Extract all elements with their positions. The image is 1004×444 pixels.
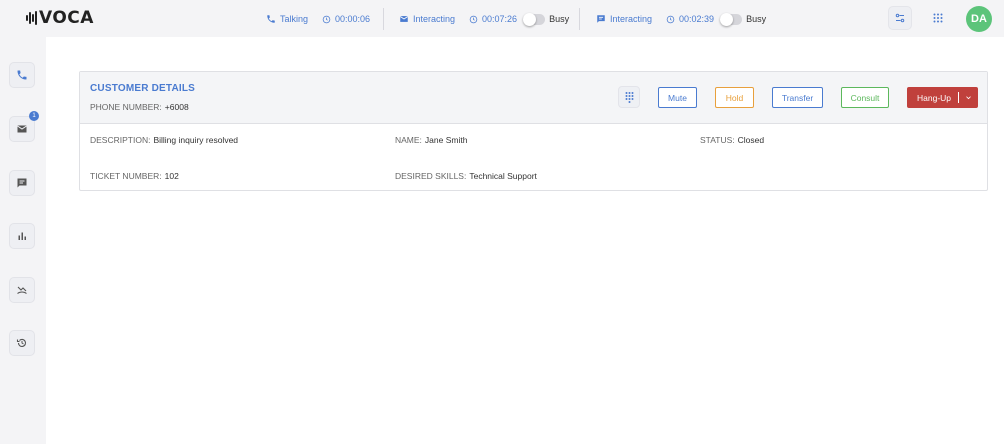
history-icon	[16, 338, 26, 347]
mail-icon	[400, 16, 408, 22]
sidebar: 1	[0, 37, 46, 444]
clock-icon	[322, 15, 331, 23]
status-field: STATUS: Closed	[700, 135, 764, 145]
chat-icon	[597, 15, 605, 23]
ticket-field: TICKET NUMBER: 102	[90, 171, 179, 181]
mail-icon	[17, 125, 27, 133]
session-status: Talking	[280, 14, 309, 24]
session-timer: 00:02:39	[679, 14, 715, 24]
description-label: DESCRIPTION:	[90, 135, 151, 145]
customer-details-card: CUSTOMER DETAILS PHONE NUMBER: +6008 Mute…	[79, 71, 988, 191]
page-title: CUSTOMER DETAILS	[90, 83, 196, 94]
logo-bars-icon	[26, 11, 37, 25]
customer-details-header: CUSTOMER DETAILS PHONE NUMBER: +6008 Mute…	[80, 72, 987, 124]
unread-badge: 1	[29, 111, 39, 121]
bar-chart-icon	[18, 232, 26, 240]
logo-text: VOCA	[39, 8, 94, 28]
settings-button[interactable]	[888, 6, 912, 30]
session-call[interactable]: Talking 00:00:06	[266, 11, 370, 27]
hangup-label: Hang-Up	[917, 92, 952, 103]
session-timer: 00:07:26	[482, 14, 518, 24]
phone-icon	[267, 15, 275, 23]
status-value: Closed	[737, 135, 765, 145]
apps-button[interactable]	[926, 6, 950, 30]
sidebar-item-mail[interactable]: 1	[9, 111, 39, 142]
name-field: NAME: Jane Smith	[395, 135, 467, 145]
busy-label: Busy	[746, 14, 767, 24]
phone-icon	[17, 70, 27, 80]
session-chat[interactable]: Interacting 00:02:39 Busy	[596, 11, 766, 27]
skills-value: Technical Support	[469, 171, 537, 181]
description-field: DESCRIPTION: Billing inquiry resolved	[90, 135, 238, 145]
consult-button[interactable]: Consult	[841, 87, 889, 108]
logo: VOCA	[26, 8, 94, 28]
phone-value: +6008	[164, 102, 189, 112]
grid-icon	[933, 13, 943, 23]
name-value: Jane Smith	[424, 135, 468, 145]
ticket-label: TICKET NUMBER:	[90, 171, 162, 181]
busy-toggle[interactable]	[720, 12, 743, 26]
chevron-down-icon[interactable]	[965, 94, 972, 101]
session-status: Interacting	[610, 14, 653, 24]
dialpad-button[interactable]	[618, 86, 640, 108]
busy-label: Busy	[549, 14, 570, 24]
clock-icon	[666, 15, 675, 23]
session-timer: 00:00:06	[335, 14, 371, 24]
description-value: Billing inquiry resolved	[153, 135, 239, 145]
clock-icon	[469, 15, 478, 23]
avatar[interactable]: DA	[966, 6, 992, 32]
hold-button[interactable]: Hold	[715, 87, 754, 108]
status-label: STATUS:	[700, 135, 735, 145]
phone-number: PHONE NUMBER: +6008	[90, 102, 189, 112]
sidebar-item-history[interactable]	[9, 330, 35, 356]
session-email[interactable]: Interacting 00:07:26 Busy	[399, 11, 569, 27]
transfer-button[interactable]: Transfer	[772, 87, 823, 108]
divider	[579, 8, 580, 30]
hangup-button[interactable]: Hang-Up	[907, 87, 978, 108]
name-label: NAME:	[395, 135, 422, 145]
top-bar: VOCA Talking 00:00:06 Interacting 00:07:…	[0, 0, 1004, 37]
divider	[383, 8, 384, 30]
ticket-value: 102	[164, 171, 179, 181]
skills-field: DESIRED SKILLS: Technical Support	[395, 171, 537, 181]
mute-button[interactable]: Mute	[658, 87, 697, 108]
missed-call-icon	[17, 286, 27, 294]
sidebar-item-missed-calls[interactable]	[9, 277, 35, 303]
phone-label: PHONE NUMBER:	[90, 102, 162, 112]
chat-icon	[17, 178, 27, 188]
session-status: Interacting	[413, 14, 456, 24]
busy-toggle[interactable]	[523, 12, 546, 26]
skills-label: DESIRED SKILLS:	[395, 171, 467, 181]
split-divider	[958, 92, 960, 103]
dialpad-icon	[625, 92, 633, 103]
sliders-icon	[895, 13, 905, 23]
sidebar-item-stats[interactable]	[9, 223, 35, 249]
sidebar-item-chat[interactable]	[9, 170, 35, 196]
sidebar-item-phone[interactable]	[9, 62, 35, 88]
